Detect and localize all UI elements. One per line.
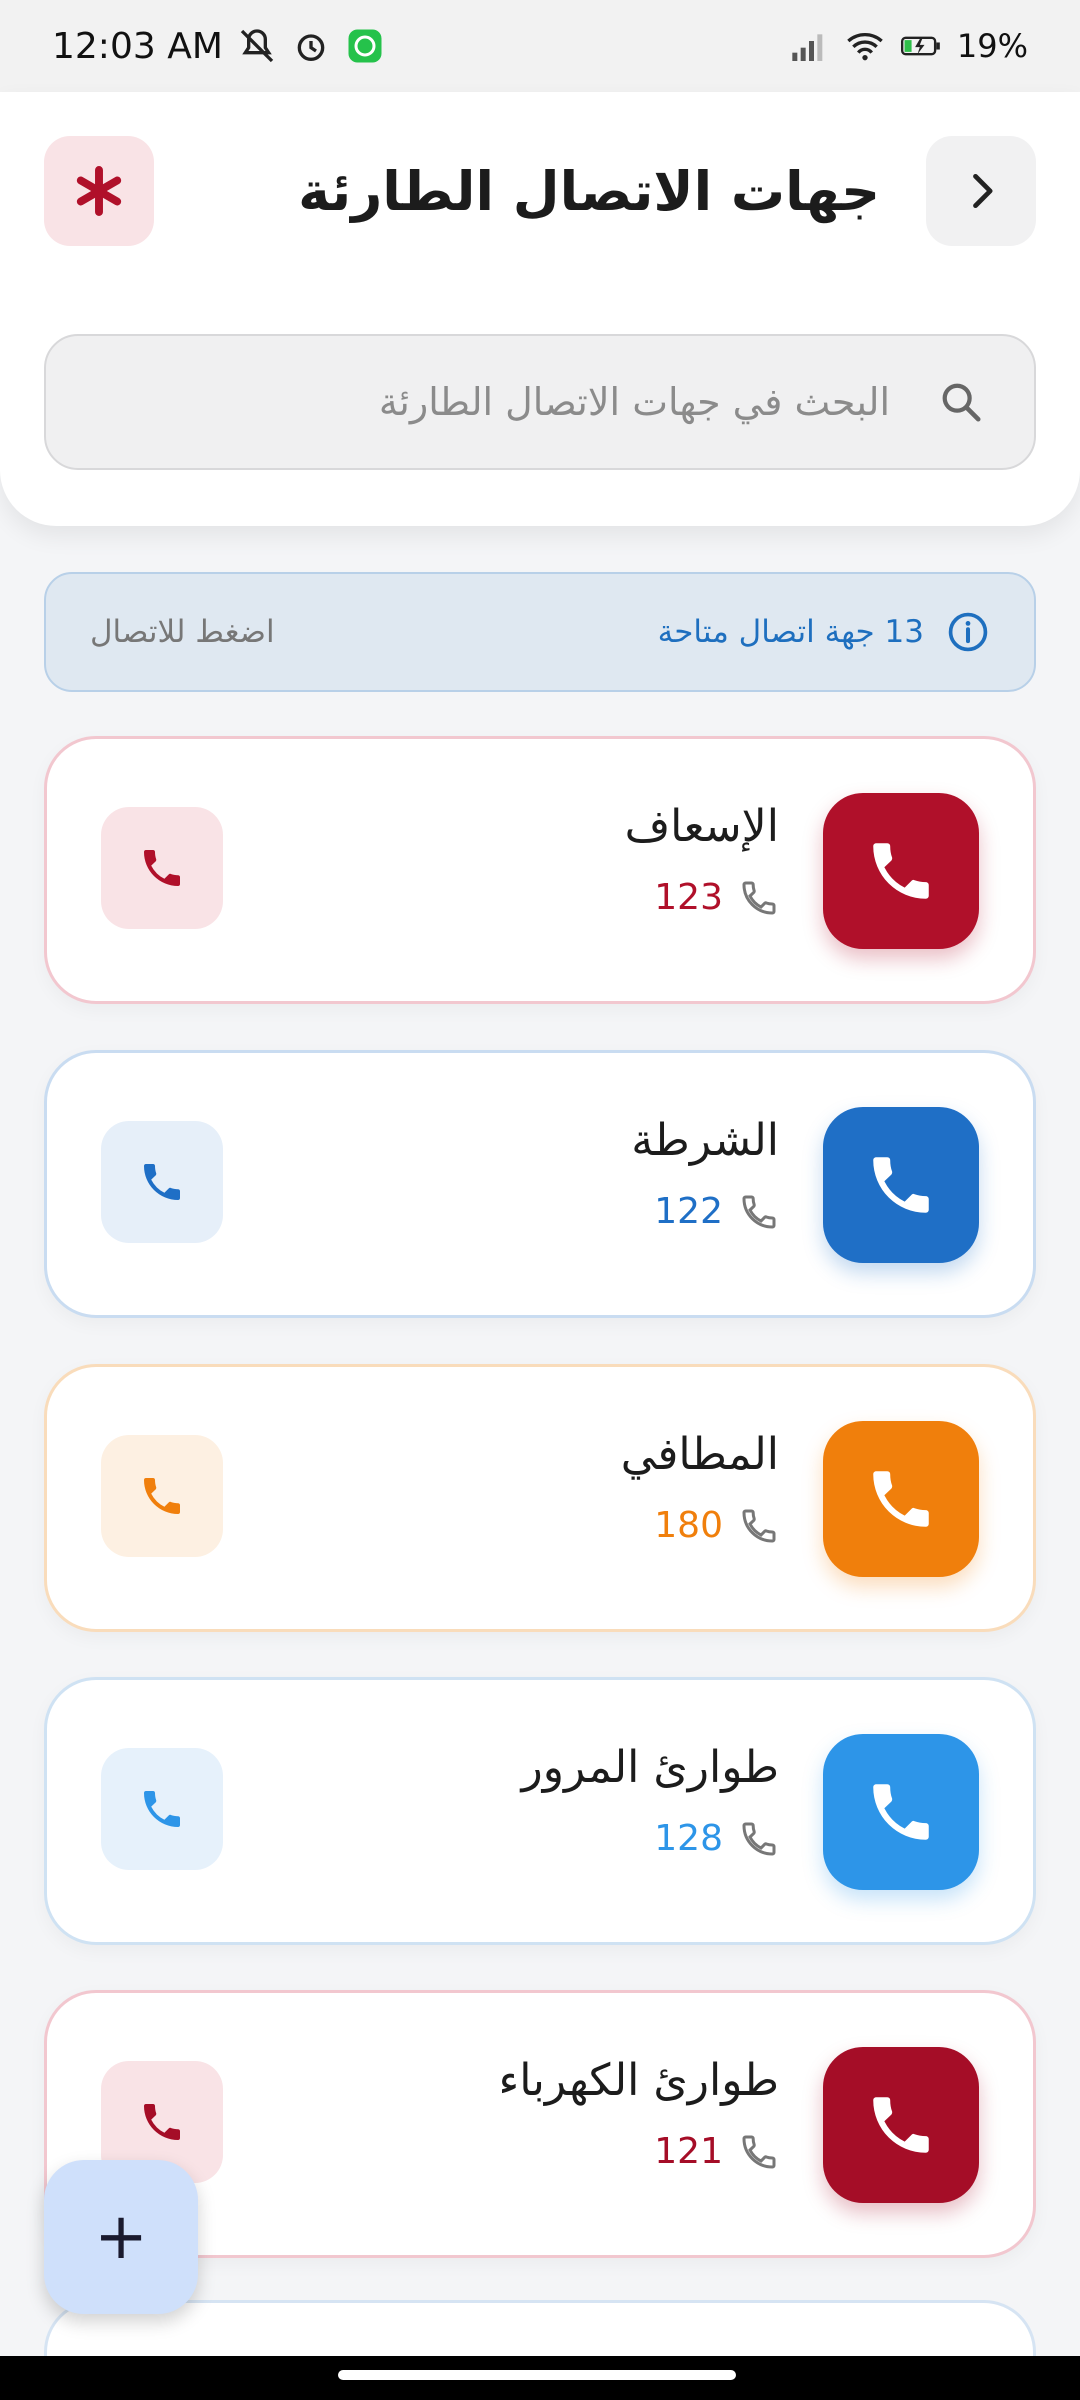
page-title: جهات الاتصال الطارئة — [298, 160, 880, 223]
phone-outline-icon — [742, 1509, 776, 1543]
add-contact-button[interactable]: + — [44, 2160, 198, 2314]
contact-number: 123 — [654, 877, 723, 918]
search-placeholder: البحث في جهات الاتصال الطارئة — [378, 380, 890, 424]
call-button-small[interactable] — [101, 807, 223, 929]
contact-card[interactable]: الشرطة 122 — [44, 1050, 1036, 1318]
call-button-small[interactable] — [101, 1121, 223, 1243]
home-handle[interactable] — [338, 2370, 736, 2380]
status-time: 12:03 AM — [52, 25, 223, 67]
phone-icon — [144, 850, 180, 886]
phone-icon — [144, 1791, 180, 1827]
phone-icon — [873, 843, 929, 899]
call-button-main[interactable] — [823, 793, 979, 949]
contact-name: الشرطة — [631, 1115, 779, 1166]
phone-outline-icon — [742, 1822, 776, 1856]
info-count-group: 13 جهة اتصال متاحة — [658, 610, 990, 654]
phone-icon — [873, 1157, 929, 1213]
contact-name: الإسعاف — [624, 801, 779, 852]
whatsapp-icon — [345, 26, 385, 66]
battery-charging-icon — [900, 26, 941, 66]
contact-number-row: 180 — [654, 1505, 779, 1546]
call-button-main[interactable] — [823, 1421, 979, 1577]
contact-card[interactable]: الإسعاف 123 — [44, 736, 1036, 1004]
info-banner: 13 جهة اتصال متاحة اضغط للاتصال — [44, 572, 1036, 692]
contact-name: طوارئ الكهرباء — [498, 2055, 779, 2106]
contacts-count: 13 جهة اتصال متاحة — [657, 614, 924, 650]
phone-icon — [873, 1471, 929, 1527]
mute-icon — [237, 26, 277, 66]
call-button-main[interactable] — [823, 1107, 979, 1263]
emergency-button[interactable] — [44, 136, 154, 246]
navigation-bar — [0, 2356, 1080, 2400]
phone-icon — [873, 2097, 929, 2153]
contact-number-row: 122 — [654, 1191, 779, 1232]
search-icon — [942, 383, 981, 422]
phone-outline-icon — [742, 1195, 776, 1229]
phone-icon — [144, 1164, 180, 1200]
contact-number-row: 121 — [654, 2131, 779, 2172]
phone-outline-icon — [742, 2135, 776, 2169]
phone-icon — [144, 2104, 180, 2140]
status-bar: 12:03 AM 19% — [0, 0, 1080, 92]
tap-to-call-hint: اضغط للاتصال — [90, 614, 275, 650]
contact-name: المطافي — [620, 1429, 779, 1480]
contact-number: 121 — [654, 2131, 723, 2172]
contact-card[interactable]: طوارئ المرور 128 — [44, 1677, 1036, 1945]
wifi-icon — [845, 26, 885, 66]
status-right: 19% — [789, 26, 1028, 66]
chevron-right-icon — [973, 173, 993, 209]
phone-icon — [144, 1478, 180, 1514]
contact-number: 128 — [654, 1818, 723, 1859]
contact-number: 122 — [654, 1191, 723, 1232]
contact-number-row: 128 — [654, 1818, 779, 1859]
back-button[interactable] — [926, 136, 1036, 246]
contact-number-row: 123 — [654, 877, 779, 918]
contact-card[interactable]: المطافي 180 — [44, 1364, 1036, 1632]
contact-number: 180 — [654, 1505, 723, 1546]
call-button-small[interactable] — [101, 1748, 223, 1870]
call-button-main[interactable] — [823, 1734, 979, 1890]
call-button-small[interactable] — [101, 1435, 223, 1557]
header: جهات الاتصال الطارئة البحث في جهات الاتص… — [0, 92, 1080, 526]
contact-name: طوارئ المرور — [521, 1742, 780, 1793]
asterisk-icon — [76, 166, 122, 216]
info-icon — [948, 612, 988, 652]
search-input[interactable]: البحث في جهات الاتصال الطارئة — [44, 334, 1036, 470]
phone-icon — [873, 1784, 929, 1840]
call-button-main[interactable] — [823, 2047, 979, 2203]
alarm-icon — [291, 26, 331, 66]
status-left: 12:03 AM — [52, 26, 385, 67]
signal-icon — [789, 26, 829, 66]
phone-outline-icon — [742, 881, 776, 915]
battery-percent: 19% — [956, 27, 1028, 65]
